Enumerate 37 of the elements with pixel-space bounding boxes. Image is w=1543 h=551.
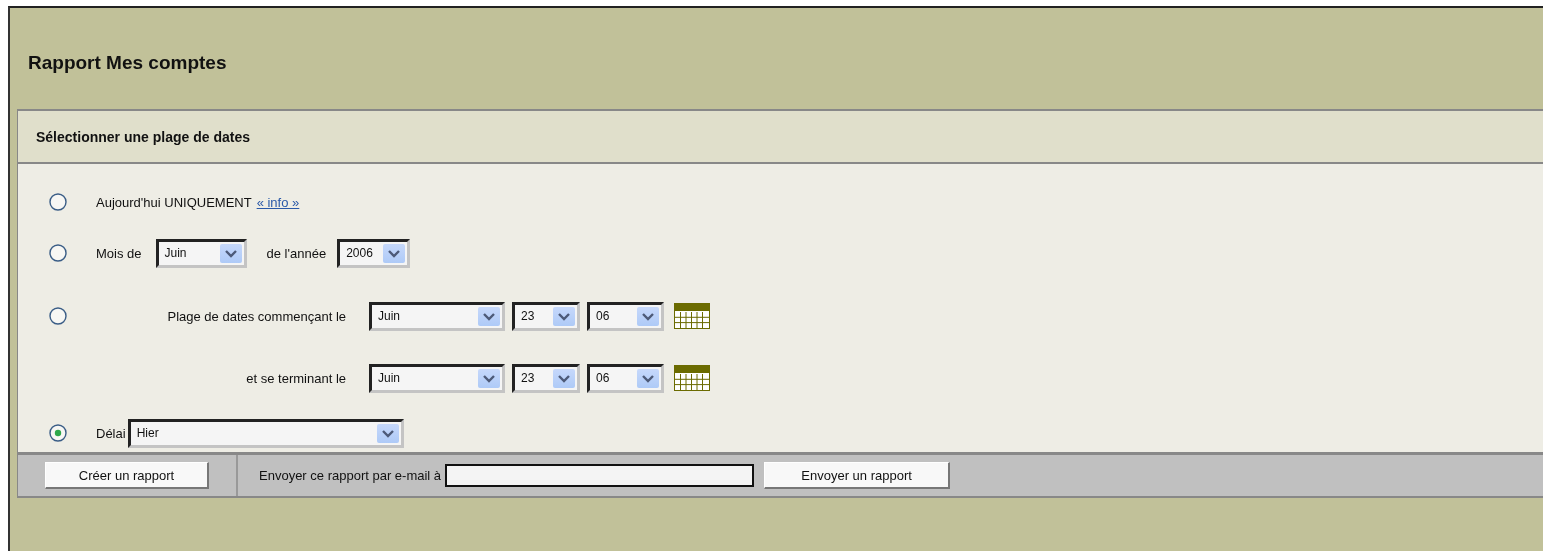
- radio-button[interactable]: [48, 306, 68, 326]
- send-report-button[interactable]: Envoyer un rapport: [764, 462, 951, 489]
- caret-icon: [478, 306, 500, 326]
- option-label: Mois de: [96, 245, 142, 261]
- option-label: Délai: [96, 425, 126, 441]
- create-report-button[interactable]: Créer un rapport: [45, 462, 209, 489]
- caret-icon: [219, 243, 242, 263]
- month-select[interactable]: Juin: [369, 363, 505, 393]
- radio-button[interactable]: [48, 243, 68, 263]
- info-link[interactable]: « info »: [256, 194, 300, 210]
- calendar-icon[interactable]: [674, 303, 710, 329]
- day-select[interactable]: 23: [512, 301, 580, 331]
- caret-icon: [637, 306, 659, 326]
- section-header: Sélectionner une plage de dates: [18, 111, 1543, 164]
- caret-icon: [383, 243, 406, 263]
- calendar-icon[interactable]: [674, 365, 710, 391]
- option-label: Aujourd'hui UNIQUEMENT: [96, 194, 252, 210]
- month-select[interactable]: Juin: [369, 301, 505, 331]
- email-field[interactable]: [445, 464, 755, 487]
- caret-icon: [637, 368, 659, 388]
- caret-icon: [553, 306, 575, 326]
- caret-icon: [478, 368, 500, 388]
- radio-button[interactable]: [48, 192, 68, 212]
- day-select[interactable]: 23: [512, 363, 580, 393]
- radio-button[interactable]: [48, 423, 68, 443]
- page-title: Rapport Mes comptes: [28, 52, 227, 74]
- email-label: Envoyer ce rapport par e-mail à: [259, 468, 442, 483]
- caret-icon: [553, 368, 575, 388]
- year-select[interactable]: 2006: [337, 238, 411, 268]
- year-select[interactable]: 06: [587, 363, 664, 393]
- year-select[interactable]: 06: [587, 301, 664, 331]
- option-label: Plage de dates commençant le: [166, 308, 346, 324]
- period-select[interactable]: Hier: [127, 418, 404, 448]
- option-label: et se terminant le: [245, 370, 346, 386]
- month-select[interactable]: Juin: [155, 238, 247, 268]
- caret-icon: [376, 423, 399, 443]
- option-label: de l'année: [266, 245, 327, 261]
